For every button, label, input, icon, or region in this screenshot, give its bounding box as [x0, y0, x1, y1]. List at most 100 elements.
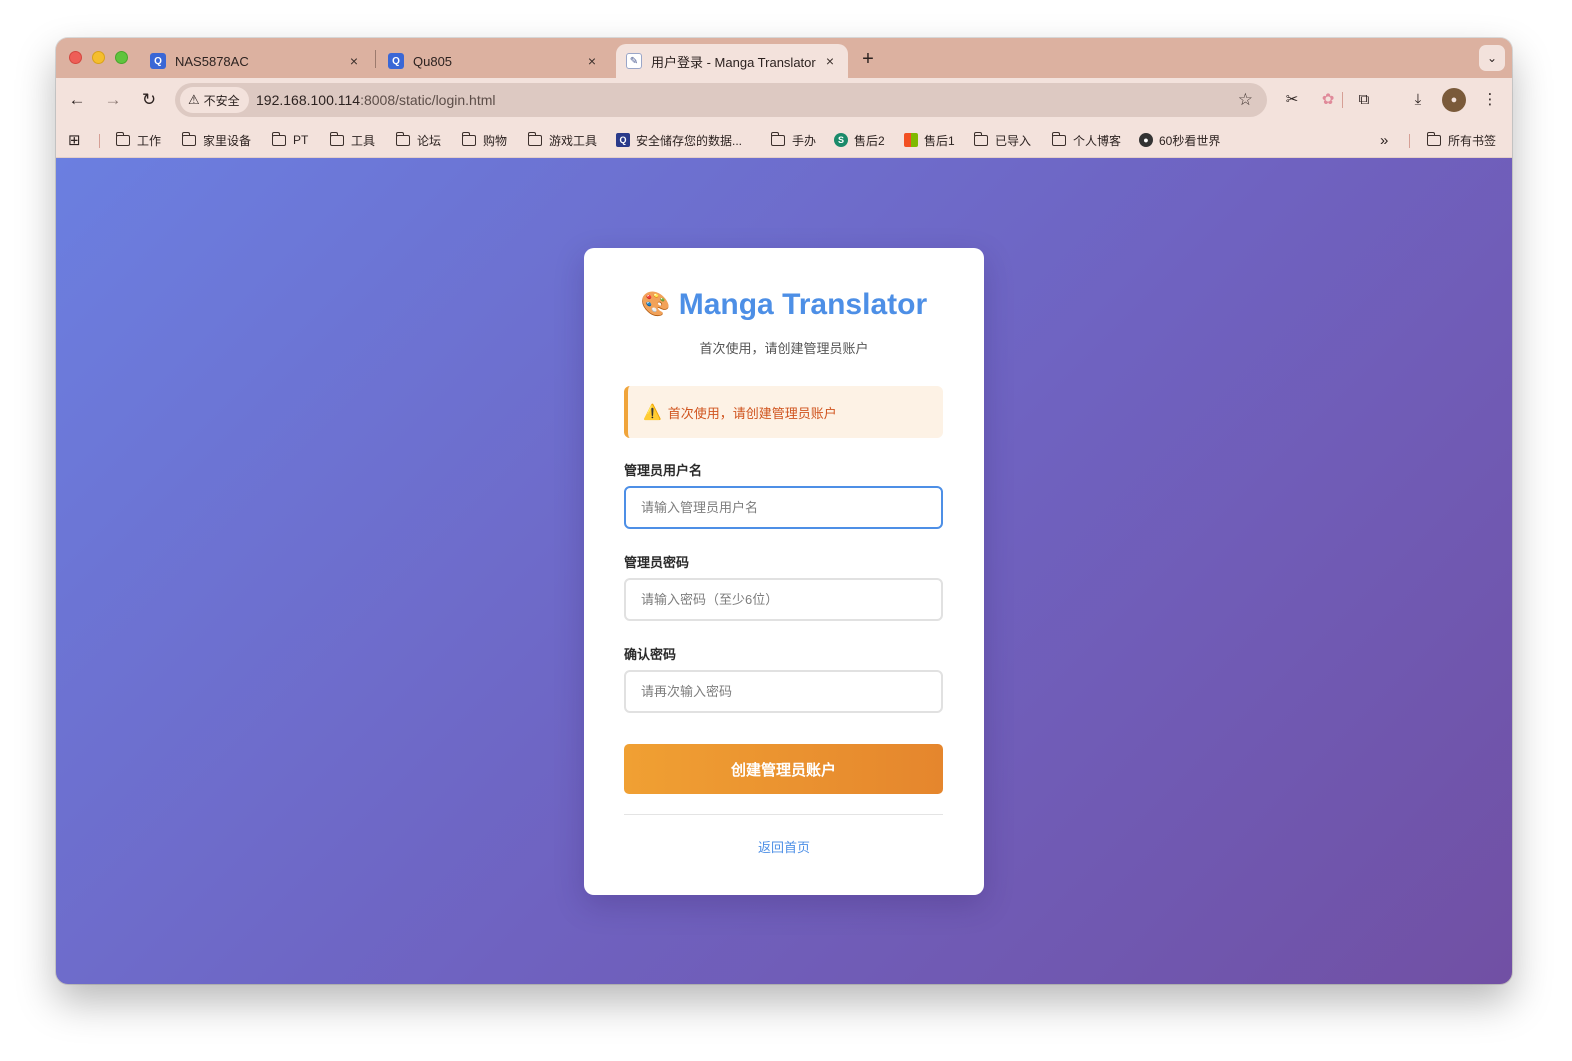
folder-icon [116, 131, 130, 146]
folder-icon [1427, 131, 1441, 146]
bookmark-tools[interactable]: 工具 [330, 131, 375, 149]
url-host: 192.168.100.114 [256, 92, 361, 108]
address-bar[interactable]: ⚠ 不安全 192.168.100.114:8008/static/login.… [175, 83, 1267, 117]
chevron-down-icon: ⌄ [1486, 51, 1498, 65]
microsoft-icon [904, 133, 918, 147]
bookmark-work[interactable]: 工作 [116, 131, 161, 149]
bookmark-forum[interactable]: 论坛 [396, 131, 441, 149]
password-input[interactable] [624, 578, 943, 621]
username-label: 管理员用户名 [624, 463, 703, 478]
bookmark-game-tools[interactable]: 游戏工具 [528, 131, 597, 149]
forward-button[interactable]: → [101, 88, 125, 112]
extension-pink-icon[interactable]: ✿ [1316, 88, 1340, 112]
extension-scissors-icon[interactable]: ✂ [1280, 88, 1304, 112]
bookmark-label: 游戏工具 [549, 133, 598, 148]
folder-icon [330, 131, 344, 146]
confirm-password-label: 确认密码 [624, 647, 677, 662]
bookmark-label: 家里设备 [203, 133, 252, 148]
tab-nas5878ac[interactable]: Q NAS5878AC × [140, 44, 372, 78]
back-home-link[interactable]: 返回首页 [584, 837, 984, 856]
url-text[interactable]: 192.168.100.114:8008/static/login.html [256, 92, 495, 108]
menu-kebab-icon[interactable]: ⋮ [1478, 88, 1502, 112]
site-icon: Q [616, 133, 630, 147]
bookmark-figures[interactable]: 手办 [771, 131, 816, 149]
confirm-password-input[interactable] [624, 670, 943, 713]
bookmark-shopping[interactable]: 购物 [462, 131, 507, 149]
bookmark-imported[interactable]: 已导入 [974, 131, 1031, 149]
bookmark-label: 售后2 [854, 133, 885, 148]
tab-title: Qu805 [413, 53, 453, 69]
bookmark-label: 安全储存您的数据... [636, 133, 743, 148]
close-window-button[interactable] [69, 51, 82, 64]
bookmark-aftersales-2[interactable]: S 售后2 [834, 131, 885, 149]
browser-toolbar: ← → ↻ ⚠ 不安全 192.168.100.114:8008/static/… [56, 78, 1512, 122]
bookmark-separator [1409, 134, 1410, 148]
tab-login-active[interactable]: ✎ 用户登录 - Manga Translator × [616, 44, 848, 78]
bookmark-label: 购物 [483, 133, 508, 148]
bookmarks-overflow-button[interactable]: » [1380, 131, 1388, 149]
create-admin-button[interactable]: 创建管理员账户 [624, 744, 943, 794]
security-chip[interactable]: ⚠ 不安全 [180, 87, 249, 113]
divider [624, 814, 943, 815]
bookmark-60s-world[interactable]: ● 60秒看世界 [1139, 131, 1220, 149]
username-input[interactable] [624, 486, 943, 529]
folder-icon [396, 131, 410, 146]
arrow-left-icon: ← [68, 90, 86, 109]
maximize-window-button[interactable] [115, 51, 128, 64]
app-title: 🎨 Manga Translator [584, 288, 984, 322]
tab-separator [375, 50, 376, 68]
alert-text: 首次使用，请创建管理员账户 [667, 405, 837, 421]
arrow-right-icon: → [104, 90, 122, 109]
bookmark-personal-blog[interactable]: 个人博客 [1052, 131, 1121, 149]
close-icon[interactable]: × [346, 53, 362, 69]
warning-icon: ⚠️ [643, 404, 662, 421]
reload-icon: ↻ [141, 90, 157, 109]
bookmark-label: 手办 [792, 133, 817, 148]
bookmark-label: 工具 [351, 133, 376, 148]
bookmark-label: PT [293, 133, 309, 147]
bookmarks-bar: ⊞ 工作 家里设备 PT 工具 论坛 购物 游戏工具 Q 安全储存您的数据... … [56, 122, 1512, 158]
new-tab-button[interactable]: + [856, 47, 880, 71]
folder-icon [974, 131, 988, 146]
download-icon[interactable]: ⤓ [1406, 88, 1430, 112]
tab-search-button[interactable]: ⌄ [1479, 45, 1505, 71]
bookmark-label: 工作 [137, 133, 162, 148]
bookmark-separator [99, 134, 100, 148]
translator-icon: ✎ [626, 53, 642, 69]
palette-icon: 🎨 [640, 291, 671, 318]
tab-qu805[interactable]: Q Qu805 × [378, 44, 610, 78]
profile-avatar[interactable]: ● [1442, 88, 1466, 112]
reload-button[interactable]: ↻ [137, 88, 161, 112]
login-card: 🎨 Manga Translator 首次使用，请创建管理员账户 ⚠️ 首次使用，… [584, 248, 984, 895]
bookmark-label: 个人博客 [1073, 133, 1122, 148]
toolbar-separator [1342, 92, 1343, 108]
bookmark-star-icon[interactable]: ☆ [1238, 90, 1253, 110]
bookmark-secure-storage[interactable]: Q 安全储存您的数据... [616, 131, 742, 149]
page-viewport: 🎨 Manga Translator 首次使用，请创建管理员账户 ⚠️ 首次使用，… [56, 158, 1512, 984]
bookmark-label: 60秒看世界 [1159, 133, 1221, 148]
folder-icon [1052, 131, 1066, 146]
bookmark-aftersales-1[interactable]: 售后1 [904, 131, 955, 149]
bookmark-label: 已导入 [995, 133, 1032, 148]
warning-icon: ⚠ [188, 92, 200, 107]
close-icon[interactable]: × [822, 53, 838, 69]
minimize-window-button[interactable] [92, 51, 105, 64]
folder-icon [182, 131, 196, 146]
card-subtitle: 首次使用，请创建管理员账户 [699, 341, 869, 356]
extensions-puzzle-icon[interactable]: ⧉ [1352, 88, 1376, 112]
tab-title: NAS5878AC [175, 53, 249, 69]
qnap-icon: Q [388, 53, 404, 69]
bookmark-pt[interactable]: PT [272, 131, 308, 149]
folder-icon [528, 131, 542, 146]
app-title-text: Manga Translator [678, 288, 928, 321]
bookmark-home-devices[interactable]: 家里设备 [182, 131, 251, 149]
bookmark-label: 售后1 [924, 133, 955, 148]
security-label: 不安全 [203, 93, 240, 108]
back-button[interactable]: ← [65, 88, 89, 112]
bookmark-all-bookmarks[interactable]: 所有书签 [1427, 131, 1496, 149]
folder-icon [272, 131, 286, 146]
apps-grid-icon[interactable]: ⊞ [68, 131, 81, 149]
site-icon: ● [1139, 133, 1153, 147]
bookmark-label: 所有书签 [1448, 133, 1497, 148]
close-icon[interactable]: × [584, 53, 600, 69]
